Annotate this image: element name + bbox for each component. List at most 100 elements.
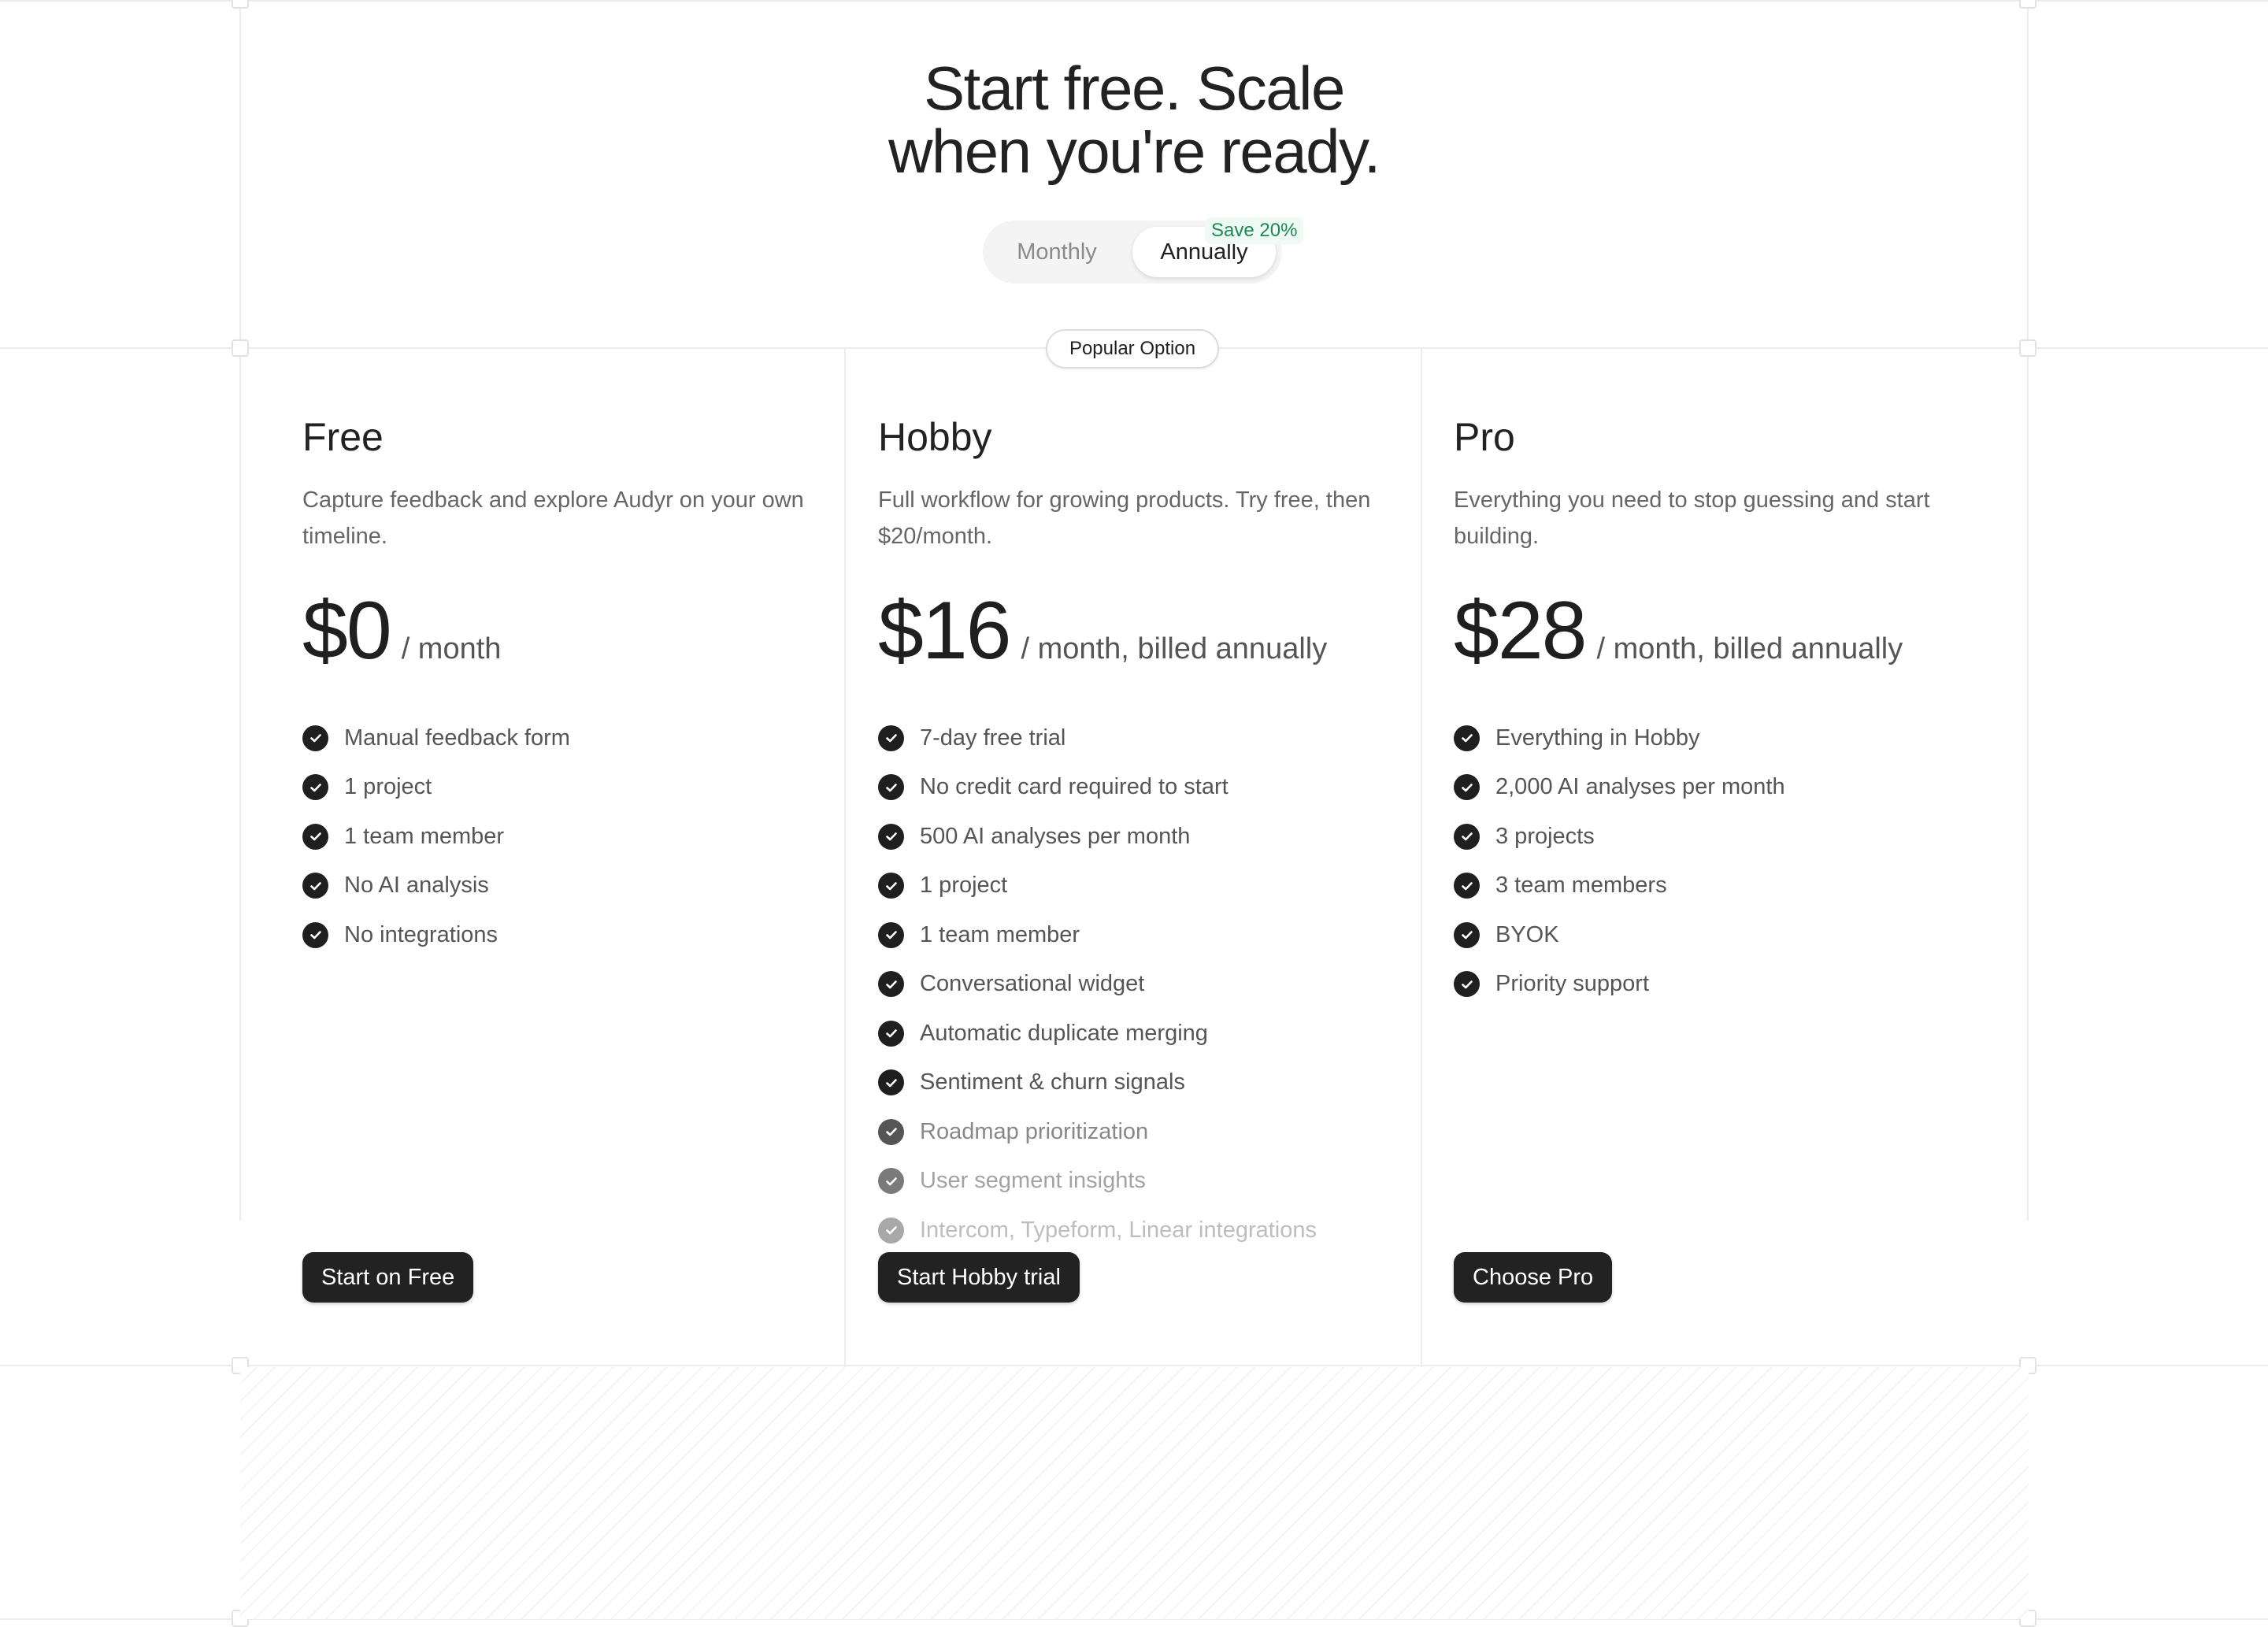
plan-card-hobby: Hobby Full workflow for growing products… xyxy=(878,410,1429,1255)
check-circle-icon xyxy=(878,1217,904,1243)
save-badge: Save 20% xyxy=(1205,217,1304,244)
feature-item: Everything in Hobby xyxy=(1454,713,2005,763)
check-circle-icon xyxy=(302,873,328,899)
check-circle-icon xyxy=(878,1069,904,1096)
price-row: $0 / month xyxy=(302,587,854,674)
check-circle-icon xyxy=(1454,823,1480,850)
feature-label: 1 team member xyxy=(344,823,505,849)
plan-price: $0 xyxy=(302,585,392,676)
page-title: Start free. Scale when you're ready. xyxy=(0,57,2268,183)
feature-label: 1 project xyxy=(920,873,1008,899)
feature-item: Manual feedback form xyxy=(302,713,854,763)
feature-item: Priority support xyxy=(1454,960,2005,1010)
feature-item: BYOK xyxy=(1454,910,2005,960)
feature-item: Automatic duplicate merging xyxy=(878,1009,1429,1058)
feature-label: Roadmap prioritization xyxy=(920,1118,1149,1144)
feature-label: Sentiment & churn signals xyxy=(920,1069,1185,1095)
guide-line-top xyxy=(0,0,2268,2)
feature-item: 1 project xyxy=(878,862,1429,911)
plan-period: / month, billed annually xyxy=(1596,632,1903,665)
plan-description: Capture feedback and explore Audyr on yo… xyxy=(302,487,804,549)
check-circle-icon xyxy=(1454,774,1480,801)
feature-item: 7-day free trial xyxy=(878,713,1429,763)
plan-card-free: Free Capture feedback and explore Audyr … xyxy=(302,410,854,960)
corner-handle xyxy=(232,0,249,9)
check-circle-icon xyxy=(878,1118,904,1145)
page-title-line-2: when you're ready. xyxy=(888,117,1380,186)
check-circle-icon xyxy=(878,1168,904,1195)
feature-item: 500 AI analyses per month xyxy=(878,812,1429,862)
feature-label: 3 team members xyxy=(1495,873,1667,899)
plan-period: / month, billed annually xyxy=(1021,632,1328,665)
feature-label: 1 team member xyxy=(920,921,1080,947)
feature-label: Automatic duplicate merging xyxy=(920,1020,1208,1046)
plan-name: Pro xyxy=(1454,415,1515,459)
guide-line-plans-bottom xyxy=(0,1365,2268,1366)
check-circle-icon xyxy=(878,873,904,899)
plan-name: Free xyxy=(302,415,384,459)
check-circle-icon xyxy=(302,725,328,751)
feature-item: 1 project xyxy=(302,763,854,813)
price-row: $28 / month, billed annually xyxy=(1454,587,2005,674)
feature-label: 500 AI analyses per month xyxy=(920,823,1191,849)
choose-pro-button[interactable]: Choose Pro xyxy=(1454,1252,1613,1303)
page-title-line-1: Start free. Scale xyxy=(924,54,1345,123)
feature-item: 3 team members xyxy=(1454,862,2005,911)
check-circle-icon xyxy=(1454,873,1480,899)
check-circle-icon xyxy=(878,774,904,801)
check-circle-icon xyxy=(878,921,904,948)
guide-line-right xyxy=(2027,0,2029,1221)
check-circle-icon xyxy=(1454,921,1480,948)
feature-label: No credit card required to start xyxy=(920,774,1228,800)
check-circle-icon xyxy=(878,725,904,751)
corner-handle xyxy=(232,339,249,357)
check-circle-icon xyxy=(878,971,904,998)
plan-card-pro: Pro Everything you need to stop guessing… xyxy=(1454,410,2005,1009)
feature-item: Roadmap prioritization xyxy=(878,1107,1429,1157)
feature-label: Everything in Hobby xyxy=(1495,725,1700,750)
plan-name: Hobby xyxy=(878,415,992,459)
feature-label: BYOK xyxy=(1495,921,1559,947)
feature-label: Conversational widget xyxy=(920,971,1145,997)
feature-item: 3 projects xyxy=(1454,812,2005,862)
feature-label: 2,000 AI analyses per month xyxy=(1495,774,1785,800)
check-circle-icon xyxy=(302,921,328,948)
billing-monthly-option[interactable]: Monthly xyxy=(991,227,1123,277)
start-hobby-trial-button[interactable]: Start Hobby trial xyxy=(878,1252,1080,1303)
feature-item: 2,000 AI analyses per month xyxy=(1454,763,2005,813)
corner-handle xyxy=(2019,0,2036,9)
corner-handle xyxy=(2019,339,2036,357)
feature-item: No credit card required to start xyxy=(878,763,1429,813)
guide-line-left xyxy=(239,0,241,1221)
feature-list: Manual feedback form 1 project 1 team memb… xyxy=(302,713,854,960)
hatched-placeholder xyxy=(240,1367,2029,1619)
feature-label: 1 project xyxy=(344,774,432,800)
check-circle-icon xyxy=(302,823,328,850)
check-circle-icon xyxy=(1454,725,1480,751)
feature-label: No AI analysis xyxy=(344,873,489,899)
check-circle-icon xyxy=(1454,971,1480,998)
feature-list: Everything in Hobby 2,000 AI analyses per… xyxy=(1454,713,2005,1009)
feature-label: 7-day free trial xyxy=(920,725,1066,750)
price-row: $16 / month, billed annually xyxy=(878,587,1429,674)
start-on-free-button[interactable]: Start on Free xyxy=(302,1252,474,1303)
feature-item: Intercom, Typeform, Linear integrations xyxy=(878,1206,1429,1255)
check-circle-icon xyxy=(302,774,328,801)
feature-label: No integrations xyxy=(344,921,498,947)
feature-label: Priority support xyxy=(1495,971,1650,997)
feature-label: User segment insights xyxy=(920,1168,1146,1194)
plan-description: Everything you need to stop guessing and… xyxy=(1454,487,1930,549)
feature-label: 3 projects xyxy=(1495,823,1595,849)
feature-item: No AI analysis xyxy=(302,862,854,911)
feature-label: Intercom, Typeform, Linear integrations xyxy=(920,1217,1317,1243)
feature-item: User segment insights xyxy=(878,1157,1429,1206)
feature-item: Sentiment & churn signals xyxy=(878,1058,1429,1108)
feature-list: 7-day free trial No credit card required … xyxy=(878,713,1429,1255)
feature-item: 1 team member xyxy=(302,812,854,862)
check-circle-icon xyxy=(878,823,904,850)
feature-item: Conversational widget xyxy=(878,960,1429,1010)
feature-item: No integrations xyxy=(302,910,854,960)
feature-item: 1 team member xyxy=(878,910,1429,960)
check-circle-icon xyxy=(878,1020,904,1047)
plan-price: $28 xyxy=(1454,585,1588,676)
